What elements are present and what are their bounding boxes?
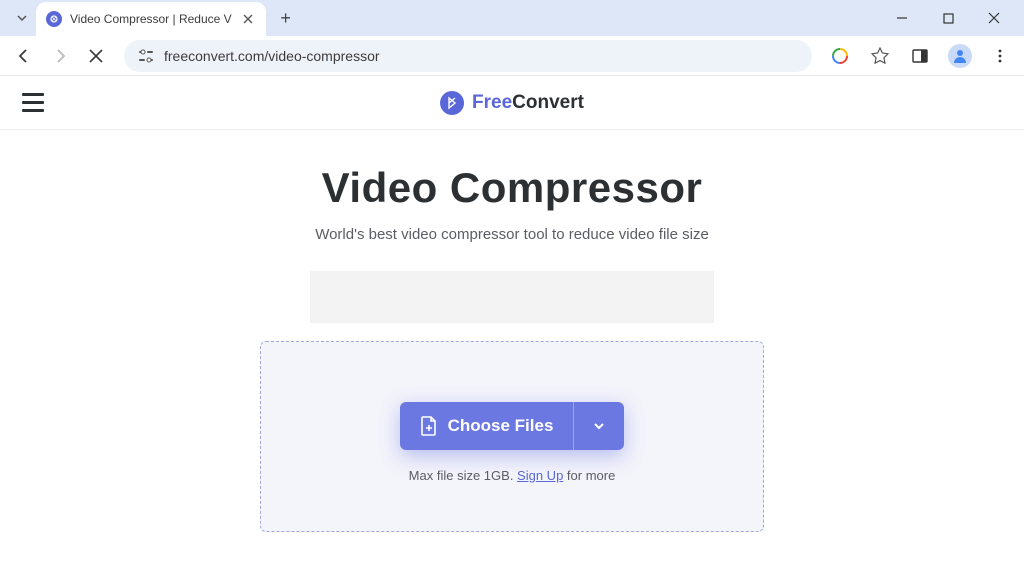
google-icon[interactable] — [824, 40, 856, 72]
browser-toolbar: freeconvert.com/video-compressor — [0, 36, 1024, 76]
new-tab-button[interactable]: + — [272, 4, 300, 32]
hamburger-menu-button[interactable] — [18, 89, 48, 116]
choose-files-group: Choose Files — [400, 402, 625, 450]
file-size-hint: Max file size 1GB. Sign Up for more — [281, 468, 743, 483]
hamburger-line — [22, 101, 44, 104]
file-dropzone[interactable]: Choose Files Max file size 1GB. Sign Up … — [260, 341, 764, 532]
ad-placeholder — [310, 271, 714, 323]
choose-files-label: Choose Files — [448, 416, 554, 436]
close-icon — [988, 12, 1000, 24]
forward-button[interactable] — [44, 40, 76, 72]
site-logo[interactable]: FreeConvert — [440, 91, 584, 115]
address-bar[interactable]: freeconvert.com/video-compressor — [124, 40, 812, 72]
maximize-icon — [943, 13, 954, 24]
close-icon — [89, 49, 103, 63]
stop-button[interactable] — [80, 40, 112, 72]
main-content: Video Compressor World's best video comp… — [0, 130, 1024, 532]
toolbar-actions — [824, 40, 1016, 72]
url-text: freeconvert.com/video-compressor — [164, 48, 380, 64]
side-panel-button[interactable] — [904, 40, 936, 72]
logo-badge-icon — [440, 91, 464, 115]
avatar-icon — [948, 44, 972, 68]
logo-text: FreeConvert — [472, 92, 584, 114]
minimize-icon — [896, 12, 908, 24]
arrow-right-icon — [51, 47, 69, 65]
bookmark-button[interactable] — [864, 40, 896, 72]
favicon-icon — [46, 11, 62, 27]
close-window-button[interactable] — [980, 4, 1008, 32]
tab-title: Video Compressor | Reduce V — [70, 12, 232, 26]
site-header: FreeConvert — [0, 76, 1024, 130]
choose-files-dropdown[interactable] — [573, 402, 624, 450]
maximize-button[interactable] — [934, 4, 962, 32]
choose-files-button[interactable]: Choose Files — [400, 402, 574, 450]
back-button[interactable] — [8, 40, 40, 72]
site-settings-icon[interactable] — [138, 48, 154, 64]
panel-icon — [912, 48, 928, 64]
profile-button[interactable] — [944, 40, 976, 72]
browser-tab[interactable]: Video Compressor | Reduce V — [36, 2, 266, 36]
browser-chrome: Video Compressor | Reduce V + — [0, 0, 1024, 76]
arrow-left-icon — [15, 47, 33, 65]
tab-close-button[interactable] — [240, 11, 256, 27]
minimize-button[interactable] — [888, 4, 916, 32]
close-icon — [243, 14, 253, 24]
hamburger-line — [22, 109, 44, 112]
tab-strip: Video Compressor | Reduce V + — [0, 0, 1024, 36]
hamburger-line — [22, 93, 44, 96]
signup-link[interactable]: Sign Up — [517, 468, 563, 483]
tab-search-dropdown[interactable] — [8, 4, 36, 32]
menu-button[interactable] — [984, 40, 1016, 72]
file-add-icon — [420, 416, 438, 436]
page-title: Video Compressor — [0, 164, 1024, 212]
chevron-down-icon — [16, 12, 28, 24]
window-controls — [888, 4, 1016, 32]
page-subtitle: World's best video compressor tool to re… — [0, 226, 1024, 243]
kebab-icon — [993, 49, 1007, 63]
star-icon — [871, 47, 889, 65]
chevron-down-icon — [592, 419, 606, 433]
